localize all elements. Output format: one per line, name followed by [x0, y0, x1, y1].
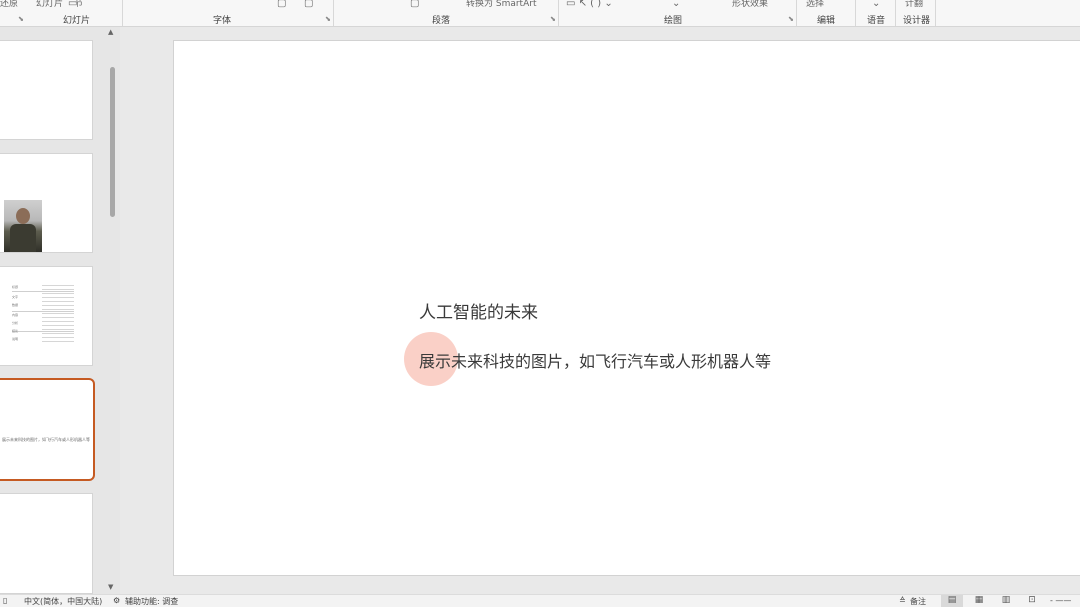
ribbon-divider: [122, 0, 123, 26]
table-cell: 文字: [12, 295, 19, 299]
group-drawing-label: 绘图: [664, 16, 683, 26]
slide-body-text[interactable]: 展示未来科技的图片，如飞行汽车或人形机器人等: [419, 348, 771, 372]
zoom-slider[interactable]: - ——: [1050, 596, 1071, 605]
slide-thumbnail-2[interactable]: [0, 153, 93, 253]
slide-thumbnail-4-selected[interactable]: 展示未来科技的图片，如飞行汽车或人形机器人等: [0, 378, 95, 481]
ribbon-divider: [333, 0, 334, 26]
scroll-down-icon[interactable]: ▼: [108, 583, 113, 591]
ribbon: 还原 幻灯片 节 ▭ ▢ ▢ ▢ 转换为 SmartArt ▭ ↖ ( ) ⌄ …: [0, 0, 1080, 27]
font-size-icon[interactable]: ▢: [277, 0, 286, 9]
table-cell: 分析: [12, 321, 19, 325]
shape-effects-button[interactable]: 形状效果: [732, 0, 768, 9]
shapes-gallery-icon[interactable]: ▭ ↖ ( ) ⌄: [566, 0, 613, 9]
section-icon: ▭: [68, 0, 78, 9]
group-font-label: 字体: [213, 16, 232, 26]
table-cell: 数据: [12, 303, 19, 307]
current-slide[interactable]: 人工智能的未来 展示未来科技的图片，如飞行汽车或人形机器人等: [173, 40, 1080, 576]
group-voice-label: 语音: [867, 16, 886, 26]
select-button[interactable]: 选择: [806, 0, 824, 9]
slideshow-icon[interactable]: ⊡: [1021, 595, 1043, 607]
slide-thumbnail-5[interactable]: [0, 493, 93, 594]
table-cell: 说明: [12, 337, 19, 341]
new-slide-button[interactable]: 幻灯片: [36, 0, 63, 9]
photo-body: [10, 224, 36, 252]
line-spacing-icon[interactable]: ▢: [410, 0, 419, 9]
thumbnail-scrollbar[interactable]: ▲ ▼: [107, 27, 117, 594]
accessibility-status[interactable]: 辅助功能: 调查: [125, 596, 178, 607]
slide-canvas: 人工智能的未来 展示未来科技的图片，如飞行汽车或人形机器人等: [120, 27, 1080, 594]
dictate-icon[interactable]: ⌄: [872, 0, 880, 9]
font-launcher-icon[interactable]: ⬊: [325, 15, 331, 23]
group-slides-label: 幻灯片: [63, 16, 91, 26]
slide-title[interactable]: 人工智能的未来: [419, 298, 538, 323]
group-paragraph-label: 段落: [432, 16, 451, 26]
slide-indicator-icon: ▯: [3, 596, 8, 605]
table-text-column: [42, 285, 74, 345]
thumbnail-text: 展示未来科技的图片，如飞行汽车或人形机器人等: [2, 437, 90, 442]
photo-head: [16, 208, 30, 224]
slide-thumbnail-pane: 标题 文字 数据 内容 分析 结论 说明 展示未来科技的图片，如飞行汽车或人形机…: [0, 27, 120, 594]
ribbon-divider: [935, 0, 936, 26]
drawing-launcher-icon[interactable]: ⬊: [788, 15, 794, 23]
arrange-icon[interactable]: ⌄: [672, 0, 680, 9]
language-status[interactable]: 中文(简体，中国大陆): [24, 596, 102, 607]
table-cell: 内容: [12, 313, 19, 317]
ribbon-divider: [796, 0, 797, 26]
clear-format-icon[interactable]: ▢: [304, 0, 313, 9]
ribbon-divider: [855, 0, 856, 26]
ribbon-divider: [558, 0, 559, 26]
ribbon-divider: [895, 0, 896, 26]
restore-label[interactable]: 还原: [0, 0, 18, 9]
group-launcher-icon[interactable]: ⬊: [18, 15, 24, 23]
table-cell: 结论: [12, 329, 19, 333]
reading-view-icon[interactable]: ▥: [995, 595, 1017, 607]
scroll-up-icon[interactable]: ▲: [108, 28, 113, 36]
robot-photo-thumbnail: [4, 200, 42, 252]
slide-thumbnail-3[interactable]: 标题 文字 数据 内容 分析 结论 说明: [0, 266, 93, 366]
slide-sorter-icon[interactable]: ▦: [968, 595, 990, 607]
notes-icon[interactable]: ≙: [899, 596, 906, 605]
normal-view-icon[interactable]: ▤: [941, 595, 963, 607]
accessibility-icon[interactable]: ⚙: [113, 596, 120, 605]
slide-thumbnail-1[interactable]: [0, 40, 93, 140]
paragraph-launcher-icon[interactable]: ⬊: [550, 15, 556, 23]
convert-smartart-button[interactable]: 转换为 SmartArt: [466, 0, 536, 9]
scrollbar-thumb[interactable]: [110, 67, 115, 217]
table-cell: 标题: [12, 285, 19, 289]
designer-button[interactable]: 计翻: [905, 0, 923, 9]
notes-button[interactable]: 备注: [910, 596, 926, 607]
status-bar: ▯ 中文(简体，中国大陆) ⚙ 辅助功能: 调查 ≙ 备注 ▤ ▦ ▥ ⊡ - …: [0, 594, 1080, 607]
group-designer-label: 设计器: [903, 16, 931, 26]
group-editing-label: 编辑: [817, 16, 836, 26]
